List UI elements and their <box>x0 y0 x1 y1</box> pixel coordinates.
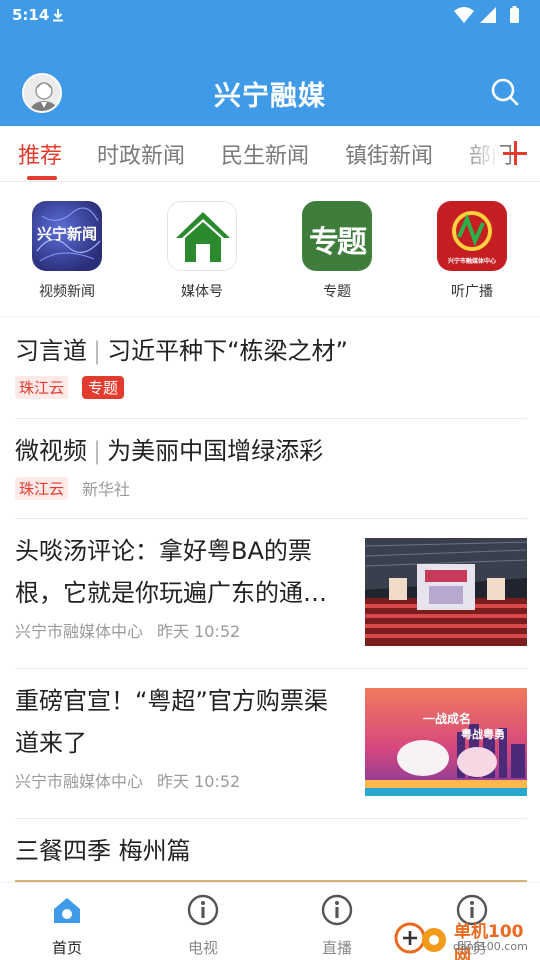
nav-live[interactable]: 直播 <box>287 893 387 958</box>
entry-radio[interactable]: 兴宁市融媒体中心 听广播 <box>417 201 527 301</box>
publisher: 兴宁市融媒体中心 <box>15 622 144 641</box>
watermark-text: 单机100网 <box>454 922 524 960</box>
title-separator: | <box>93 337 102 365</box>
thumbnail-caption-2: 粤战粤勇 <box>461 728 505 741</box>
article-meta: 珠江云 新华社 <box>15 476 527 500</box>
article-title: 重磅官宣！“粤超”官方购票渠道来了 <box>15 687 328 757</box>
app-title: 兴宁融媒 <box>214 81 326 112</box>
source-tag: 珠江云 <box>15 376 69 399</box>
publisher: 新华社 <box>82 480 131 499</box>
search-icon[interactable] <box>490 77 520 107</box>
home-icon <box>54 898 80 923</box>
tab-town[interactable]: 镇街新闻 <box>345 138 433 170</box>
article-title: 三餐四季 梅州篇 <box>15 837 191 865</box>
quick-entry-grid: 兴宁新闻 视频新闻 媒体号 专题 专题 兴宁市融媒体中心 听广播 <box>0 183 540 317</box>
list-item[interactable]: 三餐四季 梅州篇 <box>15 830 527 882</box>
list-item[interactable]: 重磅官宣！“粤超”官方购票渠道来了 兴宁市融媒体中心 昨天 10:52 一战成名… <box>15 680 527 819</box>
nav-label: 首页 <box>51 939 82 957</box>
thumbnail-caption-1: 一战成名 <box>423 712 472 726</box>
entry-video-news[interactable]: 兴宁新闻 视频新闻 <box>12 201 122 301</box>
entry-topics[interactable]: 专题 专题 <box>282 201 392 301</box>
publish-time: 昨天 10:52 <box>157 772 241 791</box>
video-news-icon: 兴宁新闻 <box>32 201 102 271</box>
article-title: 习言道 | 习近平种下“栋梁之材” <box>15 337 348 365</box>
article-meta: 兴宁市融媒体中心 昨天 10:52 <box>15 768 350 792</box>
tab-livelihood[interactable]: 民生新闻 <box>221 138 309 170</box>
list-item[interactable]: 头啖汤评论：拿好粤BA的票根，它就是你玩遍广东的通… 兴宁市融媒体中心 昨天 1… <box>15 530 527 669</box>
wifi-icon <box>454 7 474 23</box>
entry-media-account[interactable]: 媒体号 <box>147 201 257 301</box>
add-channel-icon[interactable] <box>502 140 528 166</box>
nav-tv[interactable]: 电视 <box>153 893 253 958</box>
entry-label: 媒体号 <box>181 284 223 300</box>
active-tab-indicator <box>27 176 57 180</box>
list-item[interactable]: 习言道 | 习近平种下“栋梁之材” 珠江云 专题 <box>15 330 527 419</box>
tab-fade <box>460 126 500 181</box>
nav-home[interactable]: 首页 <box>17 893 117 958</box>
entry-label: 专题 <box>323 284 351 300</box>
article-title: 微视频 | 为美丽中国增绿添彩 <box>15 437 324 465</box>
article-title: 头啖汤评论：拿好粤BA的票根，它就是你玩遍广东的通… <box>15 537 327 607</box>
publisher: 兴宁市融媒体中心 <box>15 772 144 791</box>
topic-icon: 专题 <box>302 201 372 271</box>
house-icon <box>167 201 237 271</box>
publish-time: 昨天 10:52 <box>157 622 241 641</box>
radio-icon: 兴宁市融媒体中心 <box>437 201 507 271</box>
info-icon <box>187 894 219 926</box>
article-thumbnail <box>365 538 527 646</box>
nav-label: 电视 <box>187 939 218 957</box>
download-icon <box>53 9 63 22</box>
app-header: 5:14 兴宁融媒 <box>0 0 540 126</box>
article-meta: 珠江云 专题 <box>15 376 527 399</box>
battery-icon <box>510 8 519 23</box>
tab-politics[interactable]: 时政新闻 <box>97 138 185 170</box>
tab-recommend[interactable]: 推荐 <box>18 138 62 170</box>
article-thumbnail: 一战成名 粤战粤勇 <box>365 688 527 796</box>
status-bar: 5:14 <box>0 0 540 32</box>
list-item[interactable]: 微视频 | 为美丽中国增绿添彩 珠江云 新华社 <box>15 430 527 519</box>
channel-tabs: 推荐 时政新闻 民生新闻 镇街新闻 部门 <box>0 126 540 182</box>
status-time: 5:14 <box>12 6 50 24</box>
info-icon <box>321 894 353 926</box>
entry-label: 视频新闻 <box>39 284 95 300</box>
title-separator: | <box>93 437 102 465</box>
signal-icon <box>480 7 496 23</box>
entry-label: 听广播 <box>451 284 493 300</box>
topic-badge: 专题 <box>82 376 125 399</box>
article-meta: 兴宁市融媒体中心 昨天 10:52 <box>15 618 350 642</box>
nav-label: 直播 <box>321 939 352 957</box>
system-status-icons <box>454 6 519 23</box>
watermark-url: danji100.com <box>453 940 528 953</box>
source-tag: 珠江云 <box>15 476 69 500</box>
